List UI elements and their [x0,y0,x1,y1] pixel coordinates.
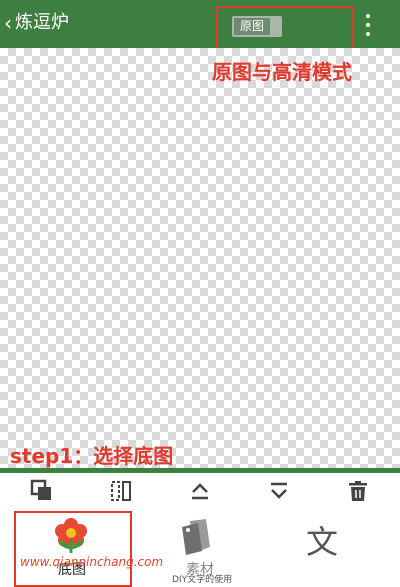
annotation-step1-text: step1：选择底图 [10,444,174,468]
screen-title: 炼逗炉 [15,12,69,33]
back-button[interactable]: ‹ 炼逗炉 [4,12,69,34]
chevron-left-icon: ‹ [4,11,12,35]
layer-copy-icon[interactable] [30,479,54,503]
layer-toolbar [0,473,400,509]
caption-text: DIY文字的使用 [172,575,233,585]
move-up-icon[interactable] [188,479,212,503]
delete-icon[interactable] [346,479,370,503]
materials-icon [182,519,210,555]
annotation-box-mode [216,6,354,50]
annotation-mode-text: 原图与高清模式 [212,60,352,84]
tab-text[interactable]: 文 [280,509,400,585]
annotation-box-base-image [14,511,132,587]
move-down-icon[interactable] [267,479,291,503]
tab-text-label: 文 [306,523,339,561]
watermark-text: www.qianpinchang.com [20,555,164,569]
more-menu-icon[interactable] [364,14,372,36]
flip-icon[interactable] [109,479,133,503]
edit-canvas[interactable] [0,48,400,470]
